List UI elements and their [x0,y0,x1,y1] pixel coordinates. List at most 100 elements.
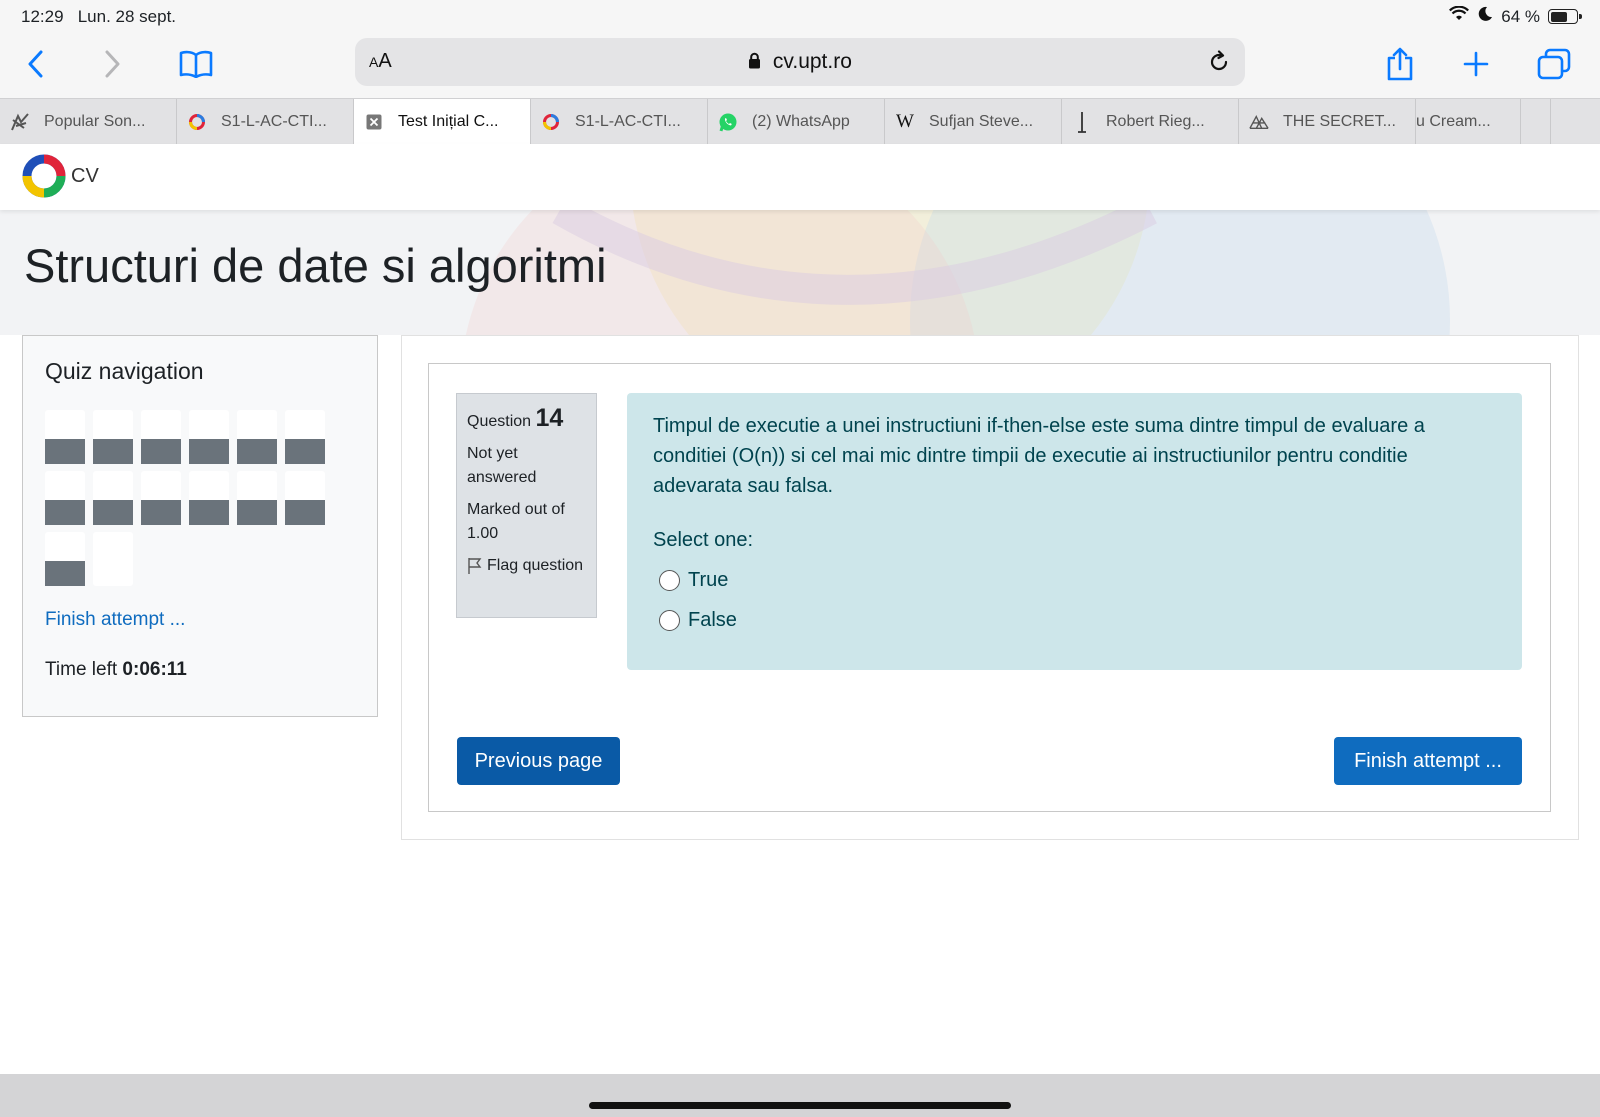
tab-popular-songs[interactable]: Popular Son... [0,99,177,144]
quiz-nav-question-button[interactable] [93,471,133,525]
share-icon[interactable] [1378,42,1422,86]
quiz-nav-question-button[interactable] [141,410,181,464]
tab-label: (2) WhatsApp [752,112,850,130]
tab-label: S1-L-AC-CTI... [575,112,681,130]
tab-s1-l-ac-cti-2[interactable]: S1-L-AC-CTI... [531,99,708,144]
cursor-icon [1072,111,1092,133]
question-status-bar [93,500,133,525]
tab-label: Test Inițial C... [398,113,499,130]
address-bar[interactable]: AA cv.upt.ro [355,38,1245,86]
radio-false[interactable] [659,609,680,631]
time-left-label: Time left [45,659,118,680]
new-tab-icon[interactable] [1454,42,1498,86]
moon-icon [1477,6,1493,27]
question-status-bar [45,561,85,586]
question-status-bar [237,439,277,464]
finish-attempt-button[interactable]: Finish attempt ... [1334,737,1522,785]
quiz-navigation-heading: Quiz navigation [45,358,204,384]
question-state: Not yet answered [467,445,537,486]
page-header: Structuri de date si algoritmi [0,210,1600,335]
quiz-nav-question-button[interactable] [285,410,325,464]
tab-robert-rieger[interactable]: Robert Rieg... [1062,99,1239,144]
radio-true[interactable] [659,569,680,591]
quiz-nav-question-button[interactable] [141,471,181,525]
quiz-navigation-block: Quiz navigation Finish attempt ... Time … [22,335,378,717]
quiz-nav-question-button[interactable] [93,410,133,464]
tab-test-initial[interactable]: Test Inițial C... [354,99,531,145]
forward-icon[interactable] [90,42,134,86]
ring-favicon [187,112,207,132]
previous-page-button[interactable]: Previous page [457,737,620,785]
question-status-bar [45,439,85,464]
flag-icon [467,554,483,583]
time-left: Time left 0:06:11 [45,659,187,681]
whatsapp-icon [718,112,738,132]
tab-the-secret[interactable]: THE SECRET... [1239,99,1416,144]
question-grade: Marked out of 1.00 [467,501,565,542]
flag-question-button[interactable]: Flag question [467,554,586,583]
cv-logo-icon[interactable] [21,153,67,199]
quiz-nav-question-button[interactable] [45,410,85,464]
question-status-bar [285,500,325,525]
mountain-icon [1249,112,1269,132]
tabs-overview-icon[interactable] [1532,42,1576,86]
option-label: False [688,609,737,631]
tab-s1-l-ac-cti-1[interactable]: S1-L-AC-CTI... [177,99,354,144]
quiz-nav-question-button[interactable] [45,532,85,586]
quiz-nav-question-button[interactable] [237,471,277,525]
tab-label: THE SECRET... [1283,112,1396,130]
url-field[interactable]: cv.upt.ro [355,50,1245,74]
tab-ice-cream[interactable]: u Cream... [1416,99,1521,144]
finish-attempt-link[interactable]: Finish attempt ... [45,609,185,631]
select-one-prompt: Select one: [653,529,754,551]
status-bar: 12:29 Lun. 28 sept. 64 % [0,0,1600,34]
tab-label: S1-L-AC-CTI... [221,112,327,130]
scatter-favicon [10,112,30,132]
option-false[interactable]: False [653,605,1496,635]
quiz-nav-question-button[interactable] [189,410,229,464]
close-icon[interactable] [364,112,384,132]
tab-label: Sufjan Steve... [929,112,1034,130]
bookmarks-icon[interactable] [174,42,218,86]
quiz-nav-current-question-button[interactable] [93,532,133,586]
battery-percent: 64 % [1501,6,1540,26]
question-text: Timpul de executie a unei instructiuni i… [653,415,1425,497]
time-left-value: 0:06:11 [122,659,187,680]
tab-label: Robert Rieg... [1106,112,1205,130]
option-true[interactable]: True [653,565,1496,595]
question-status-bar [189,439,229,464]
tab-label: u Cream... [1416,112,1491,130]
browser-toolbar: AA cv.upt.ro [0,34,1600,98]
home-indicator[interactable] [589,1102,1011,1109]
question-status-bar [93,439,133,464]
question-status-bar [285,439,325,464]
wifi-icon [1449,5,1470,27]
flag-label: Flag question [487,557,584,574]
url-text: cv.upt.ro [772,50,852,73]
battery-icon [1548,9,1582,24]
back-icon[interactable] [14,42,58,86]
question-number: Question 14 [467,404,564,432]
page-title: Structuri de date si algoritmi [24,239,607,292]
tab-sufjan-stevens[interactable]: W Sufjan Steve... [885,99,1062,144]
lock-icon [748,50,773,73]
reload-icon[interactable] [1207,50,1231,79]
tab-whatsapp[interactable]: (2) WhatsApp [708,99,885,144]
question-content: Timpul de executie a unei instructiuni i… [627,393,1522,670]
quiz-nav-question-button[interactable] [189,471,229,525]
option-label: True [688,569,729,591]
brand-name[interactable]: CV [71,165,99,188]
tab-label: Popular Son... [44,112,146,130]
status-time: 12:29 Lun. 28 sept. [21,7,177,26]
wikipedia-icon: W [896,110,914,132]
browser-tab-bar: Popular Son... S1-L-AC-CTI... Test Iniți… [0,98,1600,145]
home-bar [0,1074,1600,1117]
quiz-nav-question-button[interactable] [285,471,325,525]
question-status-bar [45,500,85,525]
quiz-nav-question-button[interactable] [45,471,85,525]
quiz-nav-question-button[interactable] [237,410,277,464]
question-status-bar [141,439,181,464]
question-info-panel: Question 14 Not yet answered Marked out … [456,393,597,618]
status-right: 64 % [1449,5,1582,27]
ring-favicon [541,112,561,132]
